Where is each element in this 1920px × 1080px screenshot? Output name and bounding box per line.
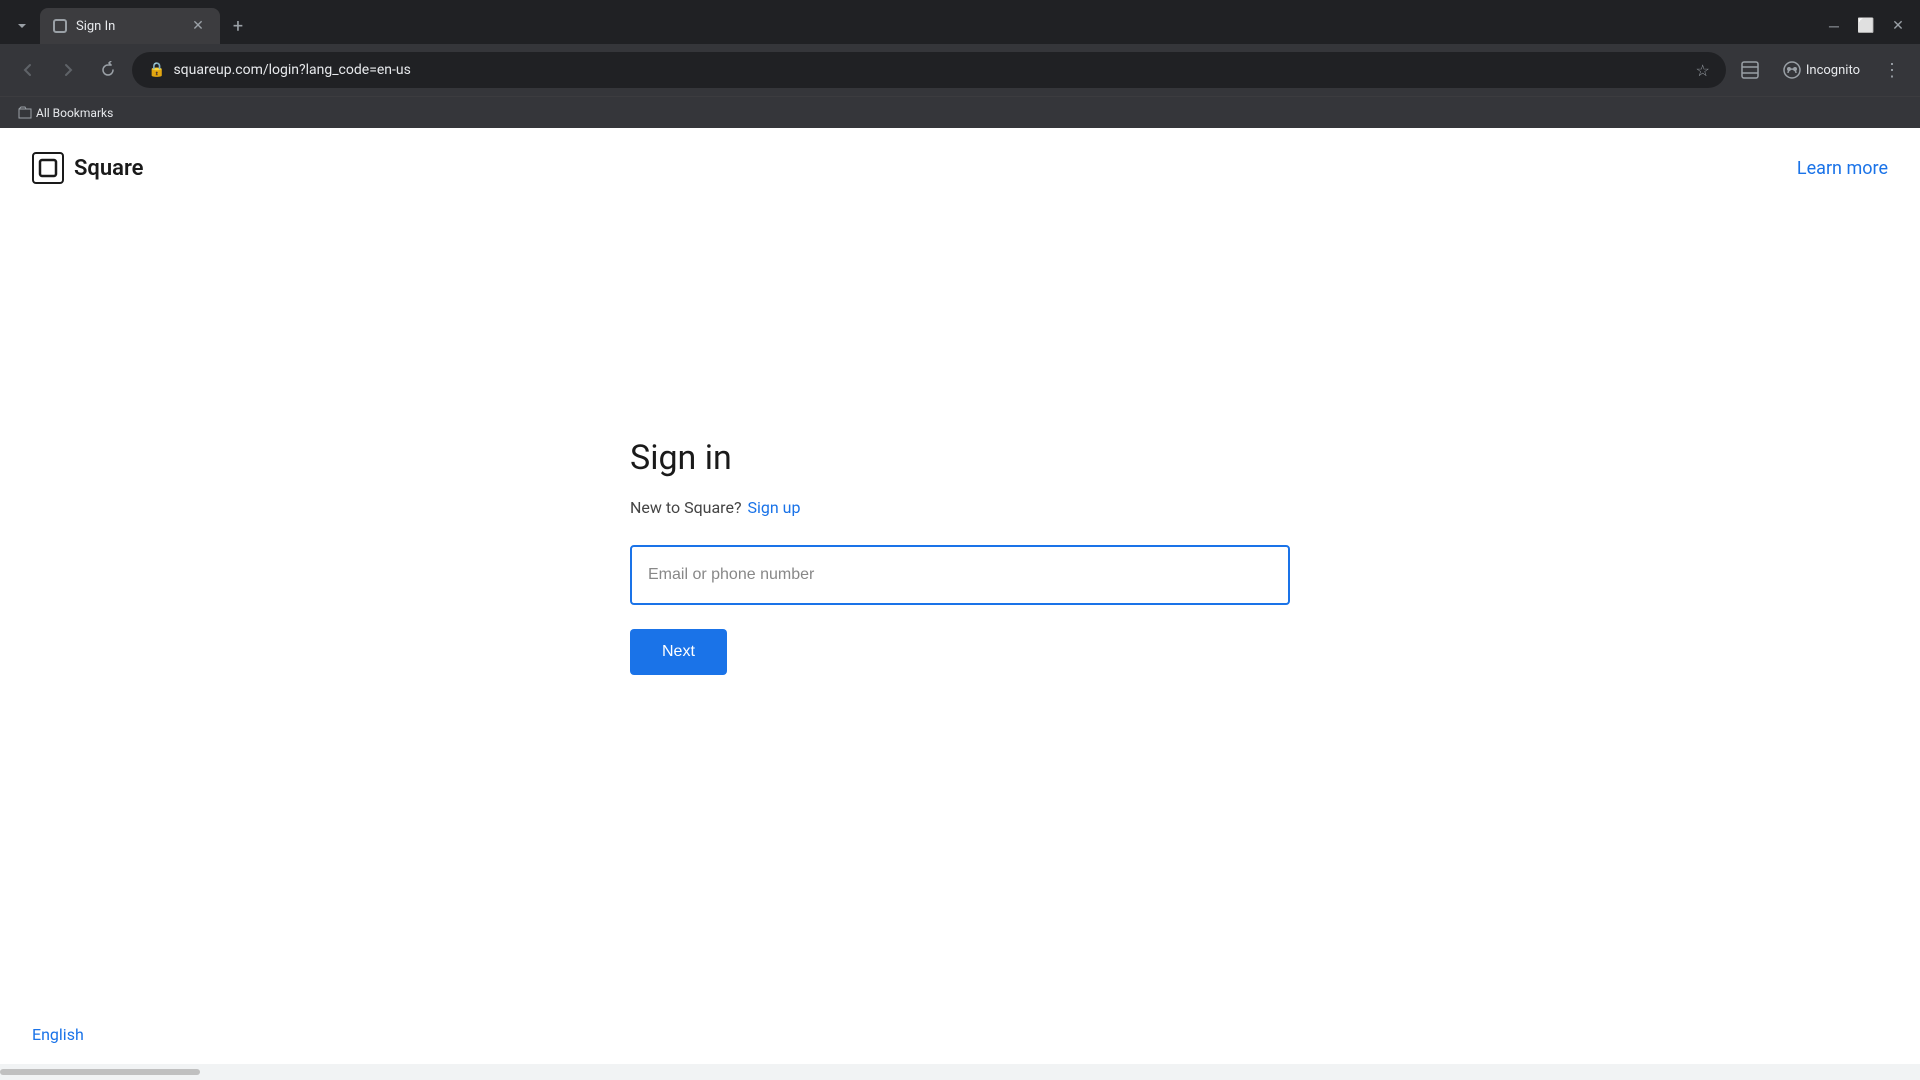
bookmark-star-icon[interactable]: ☆: [1696, 61, 1710, 80]
sign-up-link[interactable]: Sign up: [748, 498, 801, 517]
scrollbar-thumb[interactable]: [0, 1069, 200, 1075]
bookmarks-bar: All Bookmarks: [0, 96, 1920, 128]
window-controls: ─ ⬜ ✕: [1820, 12, 1912, 40]
browser-toolbar: 🔒 squareup.com/login?lang_code=en-us ☆ I…: [0, 44, 1920, 96]
browser-menu-button[interactable]: ⋮: [1876, 54, 1908, 86]
main-content: Sign in New to Square? Sign up Next: [0, 208, 1920, 1005]
bookmarks-label: All Bookmarks: [36, 106, 113, 120]
tab-dropdown-button[interactable]: [8, 12, 36, 40]
address-text: squareup.com/login?lang_code=en-us: [173, 62, 1687, 78]
tab-title: Sign In: [76, 19, 180, 34]
maximize-button[interactable]: ⬜: [1852, 12, 1880, 40]
browser-chrome: Sign In ✕ + ─ ⬜ ✕ 🔒 s: [0, 0, 1920, 128]
sign-in-title: Sign in: [630, 438, 1290, 478]
back-button[interactable]: [12, 54, 44, 86]
language-selector[interactable]: English: [32, 1025, 84, 1044]
logo-container: Square: [32, 152, 144, 184]
reload-button[interactable]: [92, 54, 124, 86]
sign-in-form: Sign in New to Square? Sign up Next: [630, 438, 1290, 675]
tab-close-button[interactable]: ✕: [188, 16, 208, 36]
page-footer: English: [0, 1005, 1920, 1064]
learn-more-link[interactable]: Learn more: [1797, 158, 1888, 179]
incognito-label: Incognito: [1806, 63, 1860, 78]
address-bar[interactable]: 🔒 squareup.com/login?lang_code=en-us ☆: [132, 52, 1726, 88]
logo-text: Square: [74, 156, 144, 181]
new-tab-button[interactable]: +: [224, 12, 252, 40]
next-button[interactable]: Next: [630, 629, 727, 675]
incognito-button[interactable]: Incognito: [1774, 56, 1868, 84]
square-logo-icon: [32, 152, 64, 184]
email-phone-input[interactable]: [630, 545, 1290, 605]
page-content: Square Learn more Sign in New to Square?…: [0, 128, 1920, 1064]
scrollbar-area: [0, 1064, 1920, 1080]
tab-bar: Sign In ✕ + ─ ⬜ ✕: [0, 0, 1920, 44]
lock-icon: 🔒: [148, 62, 165, 78]
minimize-button[interactable]: ─: [1820, 12, 1848, 40]
active-tab[interactable]: Sign In ✕: [40, 8, 220, 44]
close-button[interactable]: ✕: [1884, 12, 1912, 40]
forward-button[interactable]: [52, 54, 84, 86]
new-account-row: New to Square? Sign up: [630, 498, 1290, 517]
bookmarks-folder[interactable]: All Bookmarks: [12, 104, 119, 122]
tab-favicon: [52, 18, 68, 34]
new-account-text: New to Square?: [630, 498, 742, 517]
page-header: Square Learn more: [0, 128, 1920, 208]
profile-button[interactable]: [1734, 54, 1766, 86]
